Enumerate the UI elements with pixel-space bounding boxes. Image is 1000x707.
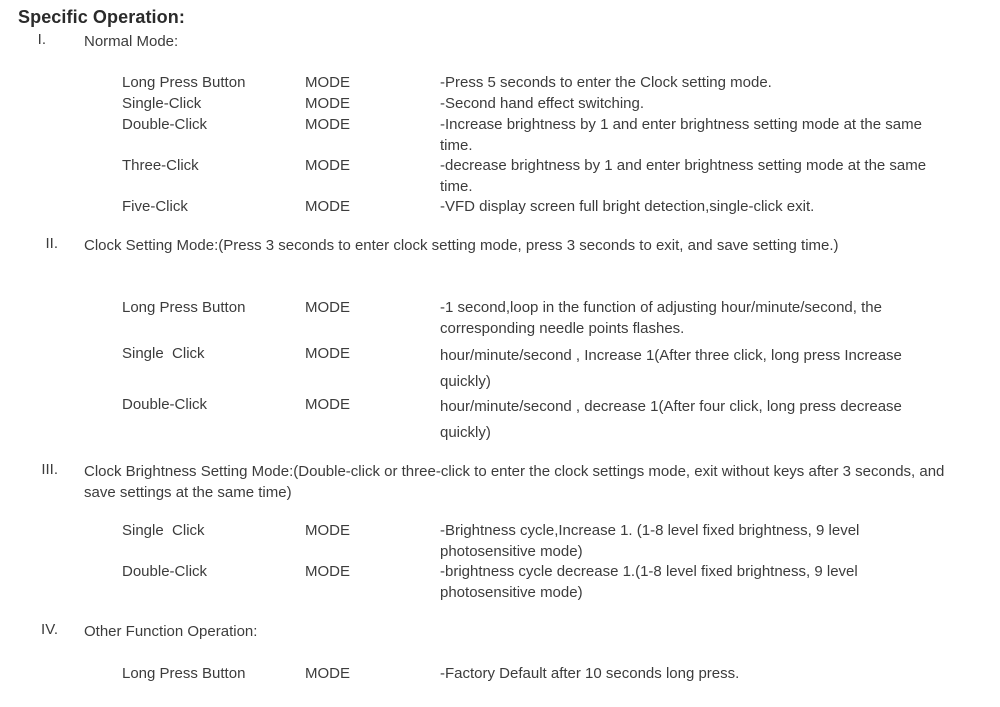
op-description: -Press 5 seconds to enter the Clock sett…	[440, 74, 772, 91]
section-title-1: Normal Mode:	[84, 33, 179, 50]
op-action: Long Press Button	[122, 665, 246, 682]
section-numeral-2: II.	[45, 235, 58, 252]
section-numeral-4: IV.	[41, 621, 58, 638]
document-page: Specific Operation: I. Normal Mode: Long…	[0, 0, 1000, 707]
op-description: -Factory Default after 10 seconds long p…	[440, 665, 740, 682]
op-action: Five-Click	[122, 198, 188, 215]
op-mode: MODE	[305, 396, 350, 413]
op-mode: MODE	[305, 345, 350, 362]
op-action: Single-Click	[122, 95, 202, 112]
op-action: Long Press Button	[122, 74, 246, 91]
op-description: -1 second,loop in the function of adjust…	[440, 299, 882, 337]
op-action: Long Press Button	[122, 299, 246, 316]
op-description: -VFD display screen full bright detectio…	[440, 198, 815, 215]
op-description: -Brightness cycle,Increase 1. (1-8 level…	[440, 522, 860, 560]
section-title-2: Clock Setting Mode:(Press 3 seconds to e…	[84, 237, 839, 254]
op-action: Single Click	[122, 345, 205, 362]
op-mode: MODE	[305, 522, 350, 539]
section-title-3: Clock Brightness Setting Mode:(Double-cl…	[84, 463, 945, 501]
section-title-4: Other Function Operation:	[84, 623, 258, 640]
op-mode: MODE	[305, 563, 350, 580]
op-action: Double-Click	[122, 563, 208, 580]
op-mode: MODE	[305, 95, 350, 112]
op-description: -Increase brightness by 1 and enter brig…	[440, 116, 922, 154]
op-mode: MODE	[305, 665, 350, 682]
op-description: hour/minute/second , Increase 1(After th…	[440, 347, 902, 390]
op-description: -Second hand effect switching.	[440, 95, 645, 112]
page-title: Specific Operation:	[18, 7, 185, 27]
section-numeral-1: I.	[37, 31, 46, 48]
op-mode: MODE	[305, 299, 350, 316]
op-mode: MODE	[305, 116, 350, 133]
op-action: Double-Click	[122, 396, 208, 413]
op-description: -decrease brightness by 1 and enter brig…	[440, 157, 927, 195]
op-action: Three-Click	[122, 157, 199, 174]
op-mode: MODE	[305, 157, 350, 174]
section-numeral-3: III.	[41, 461, 58, 478]
op-description: -brightness cycle decrease 1.(1-8 level …	[440, 563, 858, 601]
op-action: Double-Click	[122, 116, 208, 133]
op-mode: MODE	[305, 74, 350, 91]
op-description: hour/minute/second , decrease 1(After fo…	[440, 398, 902, 441]
op-action: Single Click	[122, 522, 205, 539]
op-mode: MODE	[305, 198, 350, 215]
